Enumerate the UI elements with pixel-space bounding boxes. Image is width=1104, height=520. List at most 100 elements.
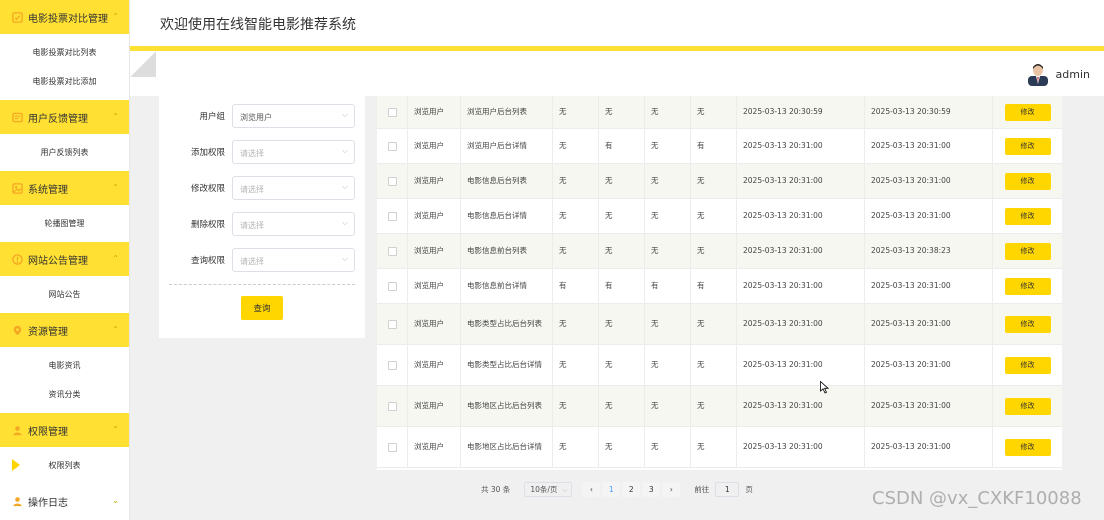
row-checkbox[interactable] [387,107,397,117]
sidebar-item[interactable]: 资讯分类 [0,380,129,409]
table-cell: 有 [691,269,737,303]
row-checkbox[interactable] [387,176,397,186]
form-label: 添加权限 [190,148,225,158]
sidebar-item[interactable]: 电影投票对比添加 [0,67,129,96]
table-cell: 电影信息前台详情 [461,269,553,303]
row-checkbox[interactable] [387,401,397,411]
goto-page-input[interactable]: 1 [715,481,740,497]
table-cell: 2025-03-13 20:31:00 [865,269,993,303]
edit-button[interactable]: 修改 [1004,242,1051,260]
form-row: 查询权限 请选择 ⌵ [159,248,365,272]
row-checkbox[interactable] [387,281,397,291]
sidebar-item-label: 用户反馈列表 [40,148,89,157]
form-row: 修改权限 请选择 ⌵ [159,176,365,200]
edit-button[interactable]: 修改 [1004,356,1051,374]
table-cell: 浏览用户 [408,304,461,344]
table-cell: 无 [599,304,645,344]
collapse-corner-icon[interactable] [130,51,156,77]
sidebar-item[interactable]: 用户反馈列表 [0,138,129,167]
permission-table: 浏览用户 浏览用户后台列表无无无无 2025-03-13 20:30:59 2025-… [377,96,1062,470]
filter-form: 用户组 浏览用户 ⌵ 添加权限 请选择 ⌵ 修改权限 请选择 ⌵ 删除权限 请选择 ⌵ 查询权限 请选择 ⌵… [159,96,365,338]
row-checkbox[interactable] [387,360,397,370]
page-size-select[interactable]: 10条/页 ⌵ [524,481,573,497]
sidebar-item[interactable]: 电影投票对比列表 [0,38,129,67]
table-cell: 2025-03-13 20:31:00 [865,427,993,467]
user-menu[interactable]: admin [1027,62,1090,86]
user-group-select[interactable]: 浏览用户 ⌵ [232,104,355,128]
table-cell: 有 [553,269,599,303]
table-cell: 电影地区占比后台详情 [461,427,553,467]
location-pin-icon [12,325,23,336]
chevron-down-icon: ⌵ [341,218,348,227]
cell-text: 浏览用户 [414,281,444,290]
prev-page-button[interactable]: ‹ [582,481,601,497]
table-cell: 2025-03-13 20:31:00 [737,234,865,268]
edit-permission-select[interactable]: 请选择 ⌵ [232,176,355,200]
table-cell: 无 [599,427,645,467]
table-cell: 浏览用户 [408,386,461,426]
row-checkbox[interactable] [387,442,397,452]
edit-button[interactable]: 修改 [1004,277,1051,295]
cell-text: 浏览用户 [414,442,444,451]
table-cell: 无 [691,427,737,467]
sidebar-group-5[interactable]: 资源管理 ⌃ [0,313,129,347]
page-button-1[interactable]: 1 [602,481,621,497]
pagination: 共 30 条 10条/页 ⌵ ‹ 1 2 3 › 前往 1 页 [481,481,753,497]
sidebar-group-4[interactable]: 网站公告管理 ⌃ [0,242,129,276]
row-checkbox[interactable] [387,211,397,221]
table-cell: 浏览用户 [408,269,461,303]
table-row: 浏览用户 电影信息前台详情 有 有 有 有 2025-03-13 20:31:00 2025-… [377,269,1062,304]
form-label: 查询权限 [190,256,225,266]
edit-button[interactable]: 修改 [1004,397,1051,415]
cell-text: 无 [651,246,659,255]
table-cell: 浏览用户 [408,164,461,198]
edit-button[interactable]: 修改 [1004,207,1051,225]
sidebar-item[interactable]: 电影资讯 [0,351,129,380]
cell-text: 无 [651,442,659,451]
cell-text: 电影类型占比后台列表 [467,319,542,328]
table-cell: 无 [645,96,691,128]
row-action-cell: 修改 [993,199,1062,233]
row-checkbox[interactable] [387,246,397,256]
avatar [1027,62,1048,86]
add-permission-select[interactable]: 请选择 ⌵ [232,140,355,164]
table-cell: 无 [645,199,691,233]
table-cell: 无 [691,199,737,233]
delete-permission-select[interactable]: 请选择 ⌵ [232,212,355,236]
active-indicator-icon [12,459,20,471]
edit-button[interactable]: 修改 [1004,315,1051,333]
sidebar-item[interactable]: 网站公告 [0,280,129,309]
edit-button[interactable]: 修改 [1004,103,1051,121]
sidebar-item[interactable]: 权限列表 [0,451,129,480]
cell-text: 无 [559,360,567,369]
row-checkbox[interactable] [387,141,397,151]
query-permission-select[interactable]: 请选择 ⌵ [232,248,355,272]
username: admin [1055,67,1090,81]
table-row: 浏览用户 电影地区占比后台详情 无 无 无 无 2025-03-13 20:31:00 202… [377,427,1062,468]
table-cell: 有 [691,129,737,163]
page-button-2[interactable]: 2 [622,481,641,497]
table-cell: 无 [645,129,691,163]
row-action-cell: 修改 [993,386,1062,426]
sidebar-group-2[interactable]: 用户反馈管理 ⌃ [0,100,129,134]
row-select-cell [377,304,408,344]
sidebar-item-label: 电影投票对比列表 [32,48,97,57]
edit-button[interactable]: 修改 [1004,438,1051,456]
table-cell: 有 [645,269,691,303]
row-checkbox[interactable] [387,319,397,329]
edit-button[interactable]: 修改 [1004,172,1051,190]
page-button-3[interactable]: 3 [642,481,661,497]
sidebar-group-3[interactable]: 系统管理 ⌃ [0,171,129,205]
sidebar-item[interactable]: 轮播图管理 [0,209,129,238]
edit-button[interactable]: 修改 [1004,137,1051,155]
sidebar-group-7[interactable]: 操作日志 ⌄ [0,484,129,518]
sidebar-group-1[interactable]: 电影投票对比管理 ⌃ [0,0,129,34]
sidebar-group-6[interactable]: 权限管理 ⌃ [0,413,129,447]
form-label: 修改权限 [190,184,225,194]
next-page-button[interactable]: › [662,481,681,497]
cell-text: 无 [651,401,659,410]
query-button[interactable]: 查询 [241,296,283,320]
row-select-cell [377,345,408,385]
cell-text: 无 [651,141,659,150]
table-cell: 无 [691,345,737,385]
